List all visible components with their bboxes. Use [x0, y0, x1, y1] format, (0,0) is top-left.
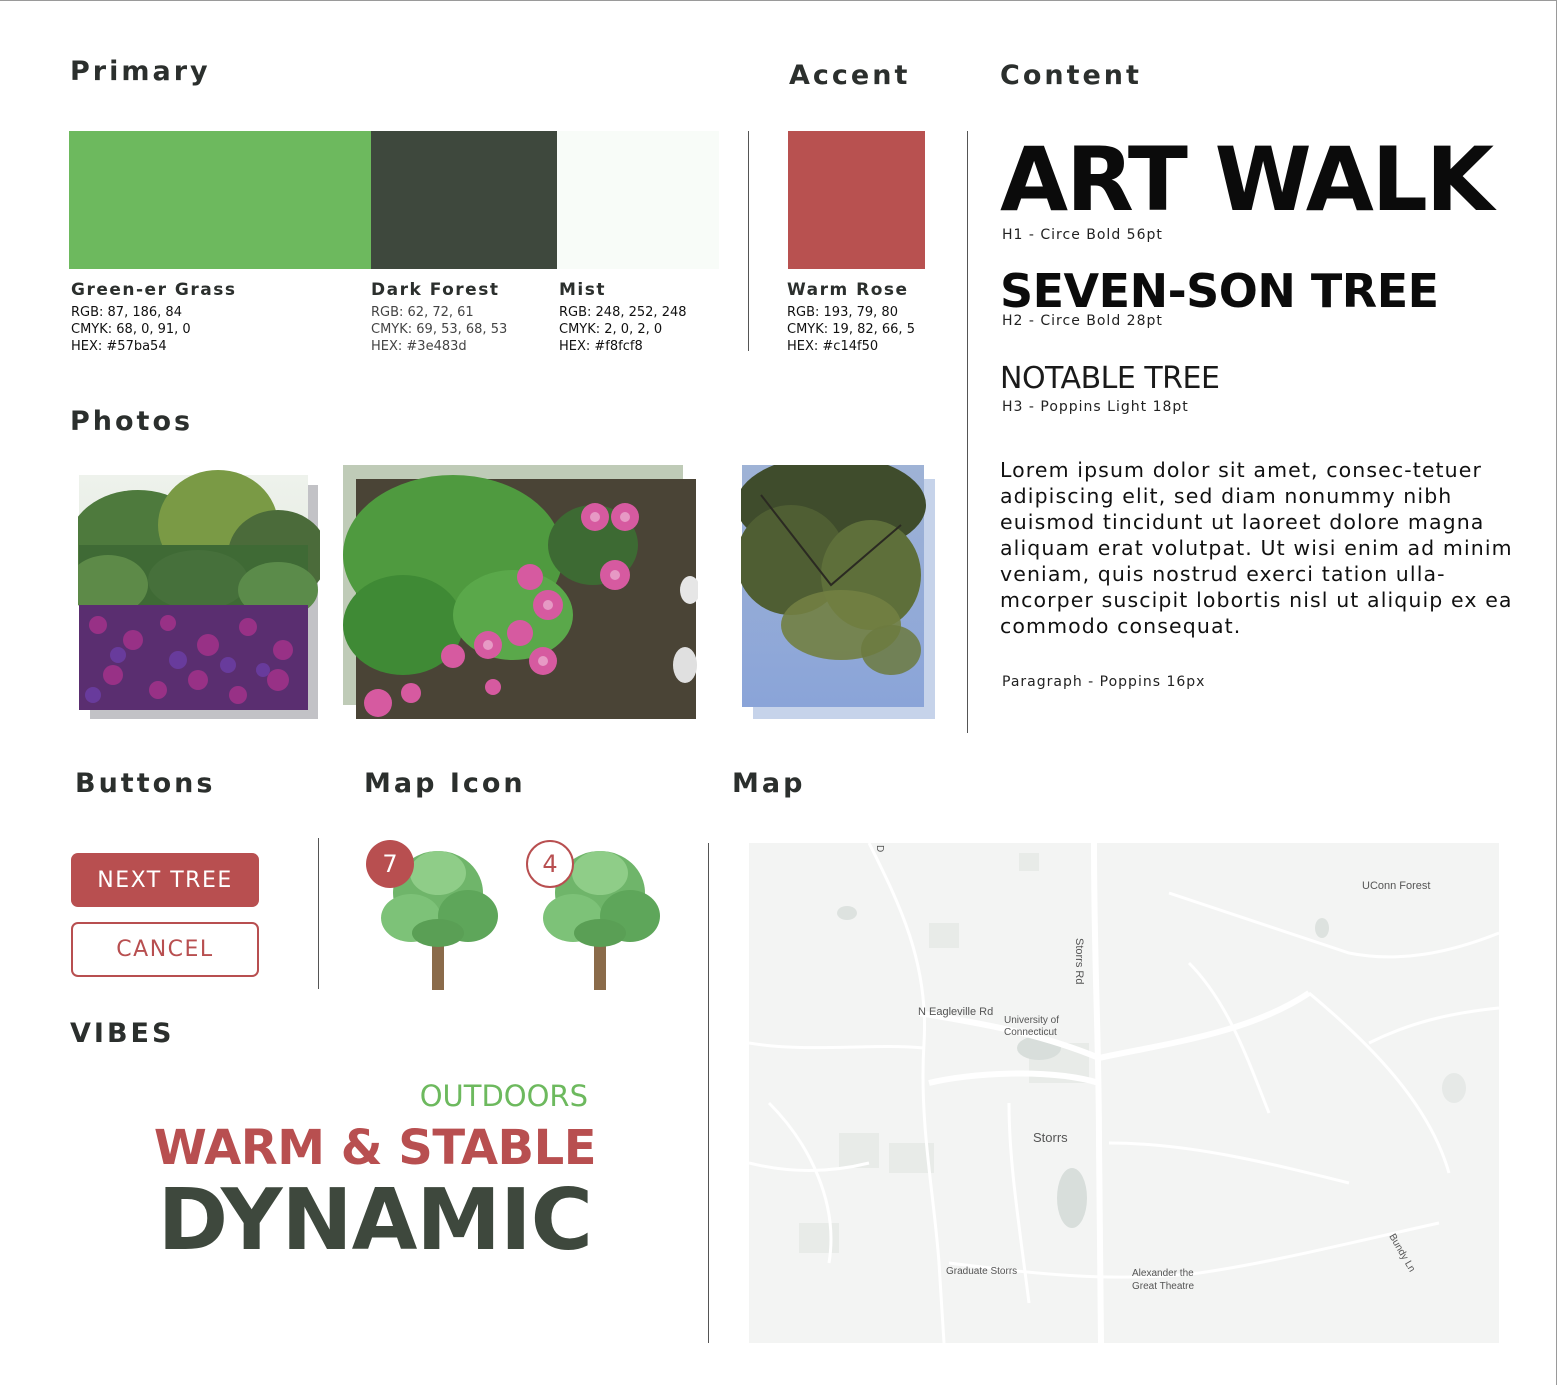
swatch-info-dark-forest: Dark Forest RGB: 62, 72, 61 CMYK: 69, 53… [371, 280, 507, 355]
map-label-storrs-rd: Storrs Rd [1073, 938, 1085, 984]
map-label-uconn-forest: UConn Forest [1362, 880, 1430, 892]
swatch-info-green: Green-er Grass RGB: 87, 186, 84 CMYK: 68… [71, 280, 236, 355]
swatch-hex: HEX: #3e483d [371, 339, 467, 354]
swatch-cmyk: CMYK: 68, 0, 91, 0 [71, 322, 191, 337]
tree-count-badge: 7 [366, 840, 414, 888]
photo-zinnias [343, 465, 698, 719]
paragraph-sample: Lorem ipsum dolor sit amet, consec-tetue… [1000, 458, 1513, 638]
swatch-rgb: RGB: 248, 252, 248 [559, 305, 687, 320]
swatch-cmyk: CMYK: 2, 0, 2, 0 [559, 322, 663, 337]
swatch-name: Mist [559, 280, 606, 300]
buttons-heading: Buttons [75, 768, 216, 799]
map-label-theatre: Great Theatre [1132, 1281, 1195, 1292]
swatch-mist [557, 131, 719, 269]
divider [967, 131, 968, 733]
swatch-name: Warm Rose [787, 280, 909, 300]
photo-petunias [78, 470, 320, 719]
swatch-info-warm-rose: Warm Rose RGB: 193, 79, 80 CMYK: 19, 82,… [787, 280, 915, 355]
swatch-rgb: RGB: 62, 72, 61 [371, 305, 474, 320]
map-label-storrs: Storrs [1033, 1130, 1068, 1145]
vibe-dynamic: DYNAMIC [157, 1171, 593, 1270]
divider [318, 838, 319, 989]
map-label-eagleville-rd: N Eagleville Rd [918, 1006, 993, 1018]
swatch-cmyk: CMYK: 19, 82, 66, 5 [787, 322, 915, 337]
divider [748, 131, 749, 351]
vibe-outdoors: OUTDOORS [419, 1079, 588, 1113]
divider [708, 843, 709, 1343]
paragraph-caption: Paragraph - Poppins 16px [1002, 674, 1206, 690]
swatch-name: Green-er Grass [71, 280, 237, 300]
swatch-rgb: RGB: 87, 186, 84 [71, 305, 182, 320]
map-label-university: Connecticut [1004, 1027, 1057, 1038]
h3-caption: H3 - Poppins Light 18pt [1002, 399, 1189, 415]
photo-canopy [741, 465, 935, 719]
accent-heading: Accent [789, 60, 911, 91]
tree-count-badge: 4 [526, 840, 574, 888]
swatch-hex: HEX: #c14f50 [787, 339, 879, 354]
tree-count: 4 [542, 850, 558, 878]
swatch-name: Dark Forest [371, 280, 500, 300]
h2-sample: SEVEN-SON TREE [1000, 264, 1439, 318]
vibes-heading: VIBES [70, 1018, 175, 1049]
map-label-road: D [874, 845, 885, 852]
map-label-graduate-storrs: Graduate Storrs [946, 1266, 1017, 1277]
h3-sample: NOTABLE TREE [1000, 361, 1220, 396]
swatch-cmyk: CMYK: 69, 53, 68, 53 [371, 322, 508, 337]
swatch-info-mist: Mist RGB: 248, 252, 248 CMYK: 2, 0, 2, 0… [559, 280, 687, 355]
h2-caption: H2 - Circe Bold 28pt [1002, 313, 1163, 329]
content-heading: Content [1000, 60, 1142, 91]
photos-heading: Photos [70, 406, 194, 437]
cancel-button[interactable]: CANCEL [71, 922, 259, 977]
map-heading: Map [732, 768, 806, 799]
swatch-rgb: RGB: 193, 79, 80 [787, 305, 898, 320]
map-view[interactable]: UConn Forest Storrs Rd N Eagleville Rd U… [749, 843, 1499, 1343]
swatch-hex: HEX: #57ba54 [71, 339, 167, 354]
map-label-theatre: Alexander the [1132, 1268, 1194, 1279]
swatch-dark-forest [371, 131, 557, 269]
swatch-hex: HEX: #f8fcf8 [559, 339, 643, 354]
primary-heading: Primary [70, 56, 211, 87]
h1-sample: ART WALK [1000, 128, 1494, 231]
swatch-green [69, 131, 371, 269]
vibe-warm-stable: WARM & STABLE [153, 1120, 597, 1176]
map-icon-heading: Map Icon [364, 768, 526, 799]
next-tree-button[interactable]: NEXT TREE [71, 853, 259, 907]
map-label-university: University of [1004, 1015, 1059, 1026]
tree-count: 7 [382, 850, 398, 878]
h1-caption: H1 - Circe Bold 56pt [1002, 227, 1163, 243]
swatch-warm-rose [788, 131, 925, 269]
